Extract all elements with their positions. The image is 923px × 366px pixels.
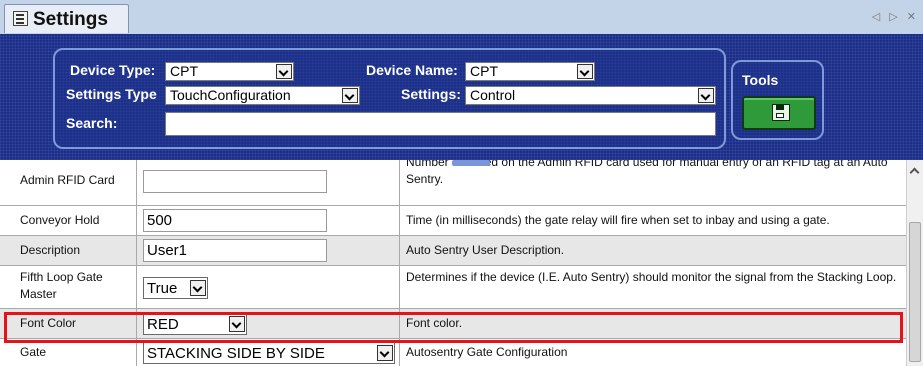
setting-value: 500: [147, 212, 173, 229]
chevron-down-icon[interactable]: [342, 88, 358, 103]
filter-header: Device Type: CPT Device Name: CPT Settin…: [0, 34, 923, 160]
grid-value-cell: User1: [137, 236, 400, 265]
grid-name-cell: Fifth Loop Gate Master: [0, 266, 137, 308]
setting-description: Autosentry Gate Configuration: [406, 345, 568, 359]
grid-name-cell: Conveyor Hold: [0, 206, 137, 235]
grid-row-fifth-loop-gate-master[interactable]: Fifth Loop Gate Master True Determines i…: [0, 266, 906, 309]
setting-description: Time (in milliseconds) the gate relay wi…: [406, 213, 830, 227]
device-name-select[interactable]: CPT: [465, 62, 595, 81]
settings-type-value: TouchConfiguration: [170, 87, 291, 103]
window-title: Settings: [33, 9, 108, 30]
chevron-down-icon[interactable]: [190, 280, 206, 296]
settings-select[interactable]: Control: [465, 86, 716, 105]
grid-name-cell: Gate: [0, 339, 137, 366]
grid-description-cell: Determines if the device (I.E. Auto Sent…: [400, 266, 906, 308]
tools-label: Tools: [742, 72, 779, 88]
search-label: Search:: [66, 115, 118, 131]
setting-value: True: [147, 280, 178, 297]
save-button[interactable]: [742, 96, 816, 130]
grid-name-cell: Admin RFID Card: [0, 160, 137, 205]
grid-row-conveyor-hold[interactable]: Conveyor Hold 500 Time (in milliseconds)…: [0, 206, 906, 236]
setting-description: Auto Sentry User Description.: [406, 243, 565, 257]
device-type-value: CPT: [170, 63, 198, 79]
scroll-up-icon[interactable]: [907, 160, 923, 177]
grid-value-cell: True: [137, 266, 400, 308]
grid-description-cell: Auto Sentry User Description.: [400, 236, 906, 265]
settings-label: Settings:: [401, 86, 461, 102]
conveyor-hold-input[interactable]: 500: [143, 209, 327, 232]
grid-description-cell: Number encoded on the Admin RFID card us…: [400, 160, 906, 205]
grid-row-admin-rfid-card[interactable]: Admin RFID Card Number encoded on the Ad…: [0, 160, 906, 206]
scrollbar-thumb[interactable]: [909, 222, 921, 362]
setting-description: Determines if the device (I.E. Auto Sent…: [406, 270, 897, 284]
grid-name-cell: Description: [0, 236, 137, 265]
chevron-down-icon[interactable]: [577, 64, 593, 79]
grid-value-cell: 500: [137, 206, 400, 235]
setting-name: Conveyor Hold: [20, 213, 100, 227]
filter-panel: Device Type: CPT Device Name: CPT Settin…: [53, 48, 726, 149]
setting-name: Gate: [20, 345, 47, 359]
setting-name: Admin RFID Card: [20, 173, 115, 187]
grid-description-cell: Autosentry Gate Configuration: [400, 339, 906, 366]
device-type-select[interactable]: CPT: [165, 62, 294, 81]
grid-description-cell: Time (in milliseconds) the gate relay wi…: [400, 206, 906, 235]
grid-value-cell: [137, 160, 400, 205]
tab-nav-arrows[interactable]: ◁ ▷ ✕: [872, 10, 919, 23]
chevron-down-icon[interactable]: [276, 64, 292, 79]
gate-select[interactable]: STACKING SIDE BY SIDE: [143, 342, 395, 364]
description-input[interactable]: User1: [143, 239, 327, 262]
setting-name: Description: [20, 243, 81, 257]
splitter-handle[interactable]: [452, 160, 490, 166]
settings-type-select[interactable]: TouchConfiguration: [165, 86, 360, 105]
settings-value: Control: [470, 87, 516, 103]
device-name-value: CPT: [470, 63, 498, 79]
font-color-highlight-box: [4, 312, 903, 343]
settings-tab[interactable]: Settings: [4, 4, 129, 33]
device-type-label: Device Type:: [70, 62, 156, 78]
admin-rfid-card-input[interactable]: [143, 170, 327, 193]
setting-value: STACKING SIDE BY SIDE: [147, 345, 325, 362]
settings-document-icon: [13, 11, 28, 26]
grid-row-description[interactable]: Description User1 Auto Sentry User Descr…: [0, 236, 906, 266]
grid-scrollbar[interactable]: [906, 160, 923, 366]
fifth-loop-gate-master-select[interactable]: True: [143, 277, 208, 299]
setting-value: User1: [147, 242, 188, 259]
chevron-down-icon[interactable]: [698, 88, 714, 103]
device-name-label: Device Name:: [366, 62, 458, 78]
grid-value-cell: STACKING SIDE BY SIDE: [137, 339, 400, 366]
settings-type-label: Settings Type: [66, 86, 157, 102]
chevron-down-icon[interactable]: [377, 345, 393, 361]
search-input[interactable]: [165, 112, 716, 136]
tools-panel: Tools: [731, 60, 824, 140]
setting-name: Fifth Loop Gate Master: [20, 270, 103, 301]
grid-row-gate[interactable]: Gate STACKING SIDE BY SIDE Autosentry Ga…: [0, 339, 906, 366]
floppy-disk-icon: [772, 104, 790, 121]
title-bar: Settings ◁ ▷ ✕: [0, 0, 923, 35]
